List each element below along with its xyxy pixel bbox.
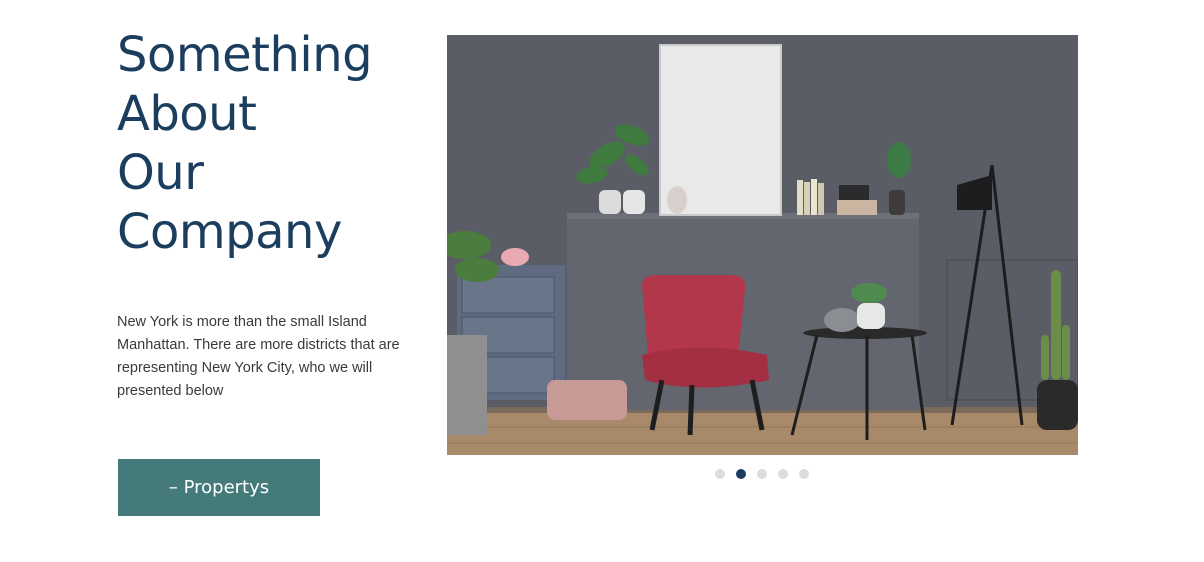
page-title-line: Something: [117, 27, 373, 83]
image-slider[interactable]: [447, 35, 1078, 455]
slider-dots: [715, 469, 809, 479]
company-description: New York is more than the small Island M…: [117, 314, 400, 399]
slide-image: [447, 35, 1078, 455]
page: Something About Our Company New York is …: [0, 0, 1204, 562]
propertys-button[interactable]: – Propertys: [118, 459, 320, 516]
page-title-line: Our: [117, 145, 204, 201]
slider-dot[interactable]: [736, 469, 746, 479]
page-title-line: Company: [117, 204, 342, 260]
slider-dot[interactable]: [778, 469, 788, 479]
slider-dot[interactable]: [715, 469, 725, 479]
slider-dot[interactable]: [757, 469, 767, 479]
slider-dot[interactable]: [799, 469, 809, 479]
page-title-line: About: [117, 86, 257, 142]
page-title: Something About Our Company: [117, 26, 417, 262]
